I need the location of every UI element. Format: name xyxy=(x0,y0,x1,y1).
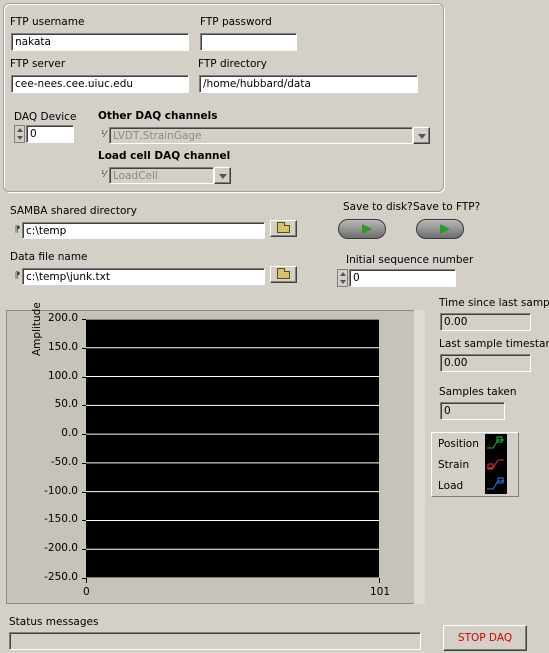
samba-browse-button[interactable] xyxy=(270,220,297,237)
ftp-directory-label: FTP directory xyxy=(198,58,267,70)
data-file-browse-button[interactable] xyxy=(270,266,297,283)
save-to-ftp-label: Save to FTP? xyxy=(413,201,481,213)
y-tick-mark xyxy=(82,491,86,493)
y-tick-label: 200.0 xyxy=(47,312,78,324)
plot-area[interactable] xyxy=(86,319,379,578)
y-tick-mark xyxy=(82,405,86,407)
y-tick-label: 50.0 xyxy=(54,398,78,411)
loadcell-daq-channel-input[interactable]: LoadCell xyxy=(109,167,214,184)
arrow-right-icon xyxy=(362,224,372,234)
last-sample-timestamp-value: 0.00 xyxy=(440,354,531,372)
x-tick-label: 0 xyxy=(83,586,90,598)
samba-directory-label: SAMBA shared directory xyxy=(10,205,137,217)
y-tick-label: -250.0 xyxy=(44,571,78,583)
x-tick-mark xyxy=(86,578,87,583)
y-tick-mark xyxy=(82,319,86,320)
ftp-server-input[interactable]: cee-nees.cee.uiuc.edu xyxy=(11,75,189,93)
loadcell-dropdown-button[interactable] xyxy=(214,167,231,184)
y-tick-label: -100.0 xyxy=(44,484,78,497)
chart-scrollbar[interactable] xyxy=(414,310,425,604)
y-tick-mark xyxy=(82,347,86,349)
samples-taken-label: Samples taken xyxy=(439,386,517,398)
y-tick-mark xyxy=(82,376,86,378)
other-daq-channels-input[interactable]: LVDT,StrainGage xyxy=(109,127,413,144)
y-tick-mark xyxy=(82,520,86,522)
sequence-number-stepper[interactable] xyxy=(337,269,348,287)
plot-legend: Position Strain Load xyxy=(431,432,519,497)
other-daq-channels-dropdown-button[interactable] xyxy=(413,127,430,144)
y-tick-mark xyxy=(82,462,86,464)
ftp-password-input[interactable] xyxy=(200,33,297,51)
stop-daq-button[interactable]: STOP DAQ xyxy=(443,625,527,651)
save-to-ftp-toggle[interactable] xyxy=(416,219,464,239)
time-since-last-sample-value: 0.00 xyxy=(440,313,531,331)
y-tick-label: -50.0 xyxy=(50,455,78,468)
chevron-down-icon xyxy=(418,134,426,139)
daq-device-input[interactable]: 0 xyxy=(26,125,74,143)
legend-label-position: Position xyxy=(438,438,479,450)
legend-swatches xyxy=(485,434,507,494)
io-channel-icon: ⅟ xyxy=(100,130,107,140)
ftp-username-input[interactable]: nakata xyxy=(11,33,189,51)
daq-device-stepper[interactable] xyxy=(14,125,25,143)
settings-cluster xyxy=(3,3,444,192)
ftp-server-label: FTP server xyxy=(10,58,66,70)
y-tick-mark xyxy=(82,434,86,436)
status-messages-box xyxy=(9,632,421,650)
y-tick-label: 150.0 xyxy=(47,340,78,353)
legend-label-load: Load xyxy=(438,480,464,492)
save-to-disk-toggle[interactable] xyxy=(338,219,386,239)
daq-device-label: DAQ Device xyxy=(14,111,77,123)
chevron-down-icon xyxy=(219,174,227,179)
data-file-input[interactable]: c:\temp\junk.txt xyxy=(22,268,265,285)
io-channel-icon: ⅟ xyxy=(100,170,107,180)
loadcell-daq-channel-label: Load cell DAQ channel xyxy=(98,150,231,162)
x-tick-mark xyxy=(379,578,380,583)
ftp-directory-input[interactable]: /home/hubbard/data xyxy=(199,75,418,93)
data-file-label: Data file name xyxy=(10,251,88,263)
samples-taken-value: 0 xyxy=(440,402,505,420)
save-to-disk-label: Save to disk? xyxy=(343,201,413,213)
path-icon: ⁋ xyxy=(14,225,21,235)
folder-icon xyxy=(277,268,290,279)
path-icon: ⁋ xyxy=(14,271,21,281)
sequence-number-label: Initial sequence number xyxy=(346,254,474,266)
sequence-number-input[interactable]: 0 xyxy=(349,269,456,287)
y-tick-label: -150.0 xyxy=(44,513,78,526)
last-sample-timestamp-label: Last sample timestamp xyxy=(439,338,549,350)
other-daq-channels-label: Other DAQ channels xyxy=(98,110,218,122)
plot-grid xyxy=(86,319,379,578)
arrow-right-icon xyxy=(440,224,450,234)
x-tick-label: 101 xyxy=(370,586,391,598)
time-since-last-sample-label: Time since last sample xyxy=(439,297,549,309)
samba-directory-input[interactable]: c:\temp xyxy=(22,222,265,239)
y-tick-label: -200.0 xyxy=(44,542,78,555)
ftp-password-label: FTP password xyxy=(200,16,272,28)
ftp-username-label: FTP username xyxy=(10,16,85,28)
folder-icon xyxy=(277,222,290,233)
status-messages-label: Status messages xyxy=(9,616,99,628)
y-tick-label: 100.0 xyxy=(47,369,78,382)
legend-label-strain: Strain xyxy=(438,459,470,471)
y-tick-label: 0.0 xyxy=(61,427,78,440)
y-tick-mark xyxy=(82,549,86,551)
